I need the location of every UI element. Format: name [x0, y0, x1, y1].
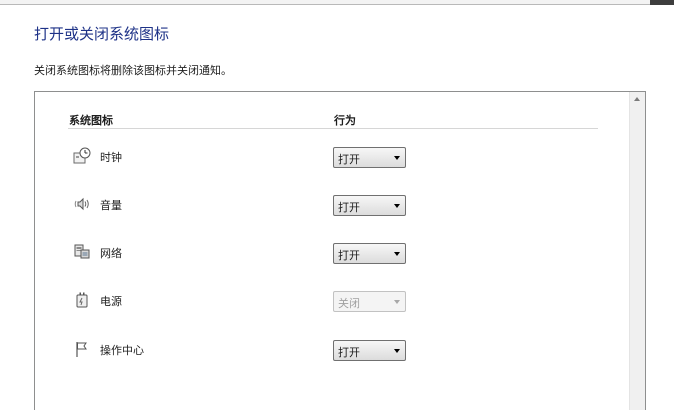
row-label-volume: 音量	[100, 199, 122, 212]
action-center-flag-icon	[73, 340, 91, 358]
chevron-down-icon	[394, 349, 400, 353]
column-header-behavior: 行为	[334, 114, 356, 127]
system-icons-list: 系统图标 行为 时钟 打开 音量 打开 网络 打开 电源 关闭 操作中心 打开	[34, 91, 646, 410]
vertical-scrollbar[interactable]	[629, 92, 645, 410]
volume-icon	[73, 195, 91, 213]
volume-behavior-select[interactable]: 打开	[333, 195, 406, 216]
action-center-behavior-value: 打开	[338, 346, 360, 359]
network-icon	[73, 243, 91, 261]
row-network: 网络 打开	[35, 240, 625, 266]
window-corner	[650, 0, 674, 5]
system-icons-settings-page: 打开或关闭系统图标 关闭系统图标将删除该图标并关闭通知。 系统图标 行为 时钟 …	[0, 0, 674, 410]
clock-icon	[73, 147, 91, 165]
power-behavior-value: 关闭	[338, 297, 360, 310]
page-title: 打开或关闭系统图标	[34, 25, 170, 43]
clock-behavior-select[interactable]: 打开	[333, 147, 406, 168]
row-clock: 时钟 打开	[35, 144, 625, 170]
row-label-clock: 时钟	[100, 151, 122, 164]
network-behavior-value: 打开	[338, 249, 360, 262]
chevron-down-icon	[394, 300, 400, 304]
header-divider	[68, 128, 598, 129]
chevron-down-icon	[394, 252, 400, 256]
row-volume: 音量 打开	[35, 192, 625, 218]
power-icon	[73, 291, 91, 309]
volume-behavior-value: 打开	[338, 201, 360, 214]
action-center-behavior-select[interactable]: 打开	[333, 340, 406, 361]
row-power: 电源 关闭	[35, 288, 625, 314]
page-description: 关闭系统图标将删除该图标并关闭通知。	[34, 64, 232, 77]
scroll-up-arrow-icon[interactable]	[634, 97, 640, 101]
row-label-network: 网络	[100, 247, 122, 260]
chevron-down-icon	[394, 204, 400, 208]
row-label-power: 电源	[100, 295, 122, 308]
network-behavior-select[interactable]: 打开	[333, 243, 406, 264]
clock-behavior-value: 打开	[338, 153, 360, 166]
power-behavior-select: 关闭	[333, 291, 406, 312]
window-top-edge	[0, 0, 650, 5]
chevron-down-icon	[394, 156, 400, 160]
row-action-center: 操作中心 打开	[35, 337, 625, 363]
row-label-action-center: 操作中心	[100, 344, 144, 357]
column-header-system-icon: 系统图标	[69, 114, 113, 127]
